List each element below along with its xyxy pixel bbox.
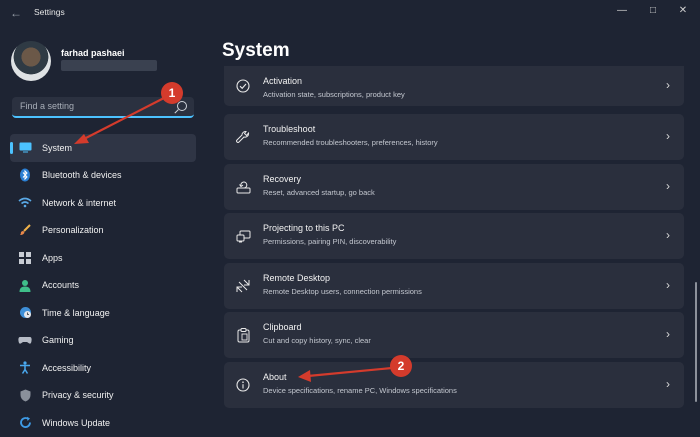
annotation-badge-1: 1 [161,82,183,104]
annotation-badge-2: 2 [390,355,412,377]
annotation-arrow-2 [298,366,393,382]
annotation-arrows [74,97,393,382]
annotation-arrow-1 [74,97,165,144]
